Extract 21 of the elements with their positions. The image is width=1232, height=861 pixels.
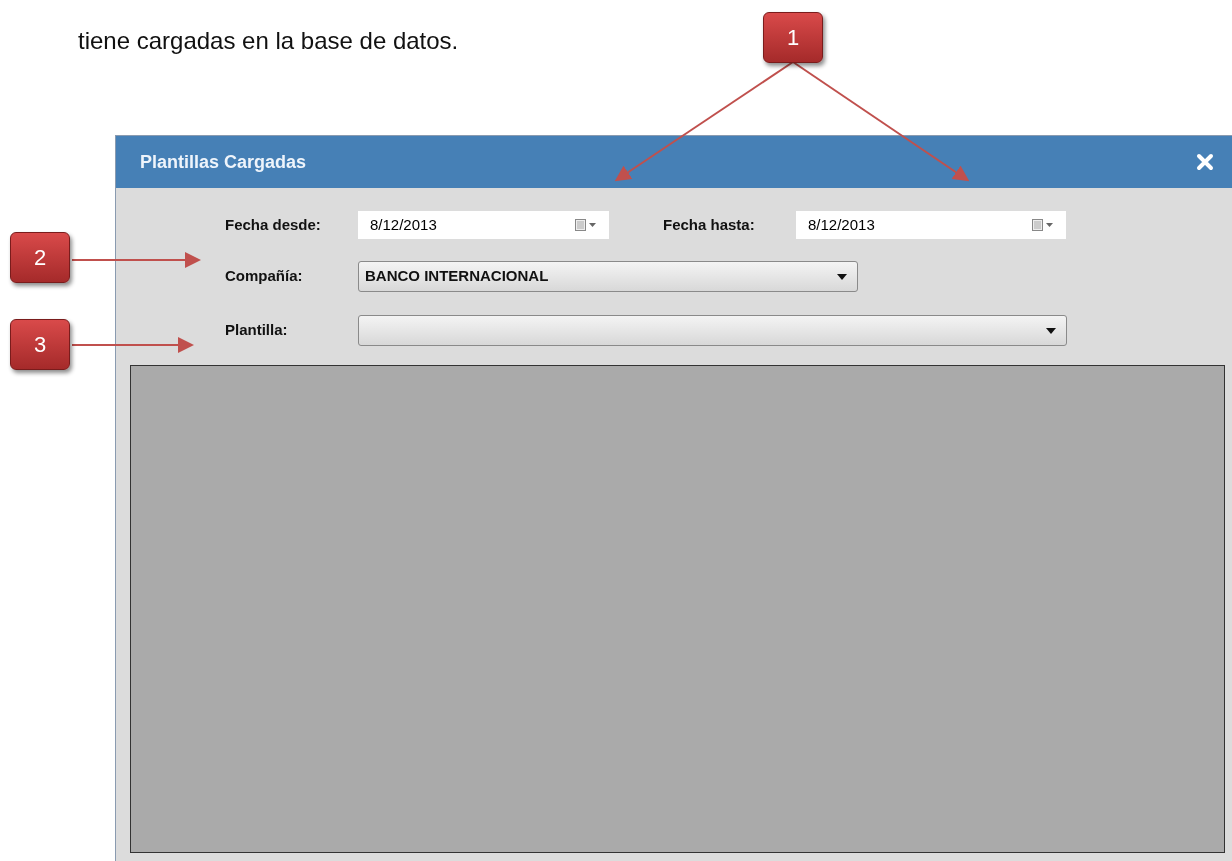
- caret-icon: [1046, 327, 1056, 334]
- calendar-dropdown-icon[interactable]: [1032, 219, 1054, 231]
- close-icon[interactable]: [1196, 153, 1214, 171]
- field-label: Compañía:: [225, 266, 304, 287]
- field-label: Fecha hasta:: [663, 214, 756, 235]
- callout-badge: 2: [10, 232, 70, 283]
- date-field[interactable]: 8/12/2013: [796, 211, 1066, 239]
- company-dropdown[interactable]: BANCO INTERNACIONAL: [358, 261, 858, 292]
- field-label: Fecha desde:: [225, 214, 322, 235]
- window-title: Plantillas Cargadas: [140, 150, 307, 174]
- field-label: Plantilla:: [225, 320, 289, 341]
- template-dropdown[interactable]: [358, 315, 1067, 346]
- caret-icon: [837, 273, 847, 280]
- date-value: 8/12/2013: [808, 214, 875, 235]
- callout-badge: 1: [763, 12, 823, 63]
- document-text: tiene cargadas en la base de datos.: [78, 26, 459, 56]
- date-value: 8/12/2013: [370, 214, 437, 235]
- callout-badge: 3: [10, 319, 70, 370]
- dropdown-value: BANCO INTERNACIONAL: [365, 266, 549, 287]
- date-field[interactable]: 8/12/2013: [358, 211, 609, 239]
- calendar-dropdown-icon[interactable]: [575, 219, 597, 231]
